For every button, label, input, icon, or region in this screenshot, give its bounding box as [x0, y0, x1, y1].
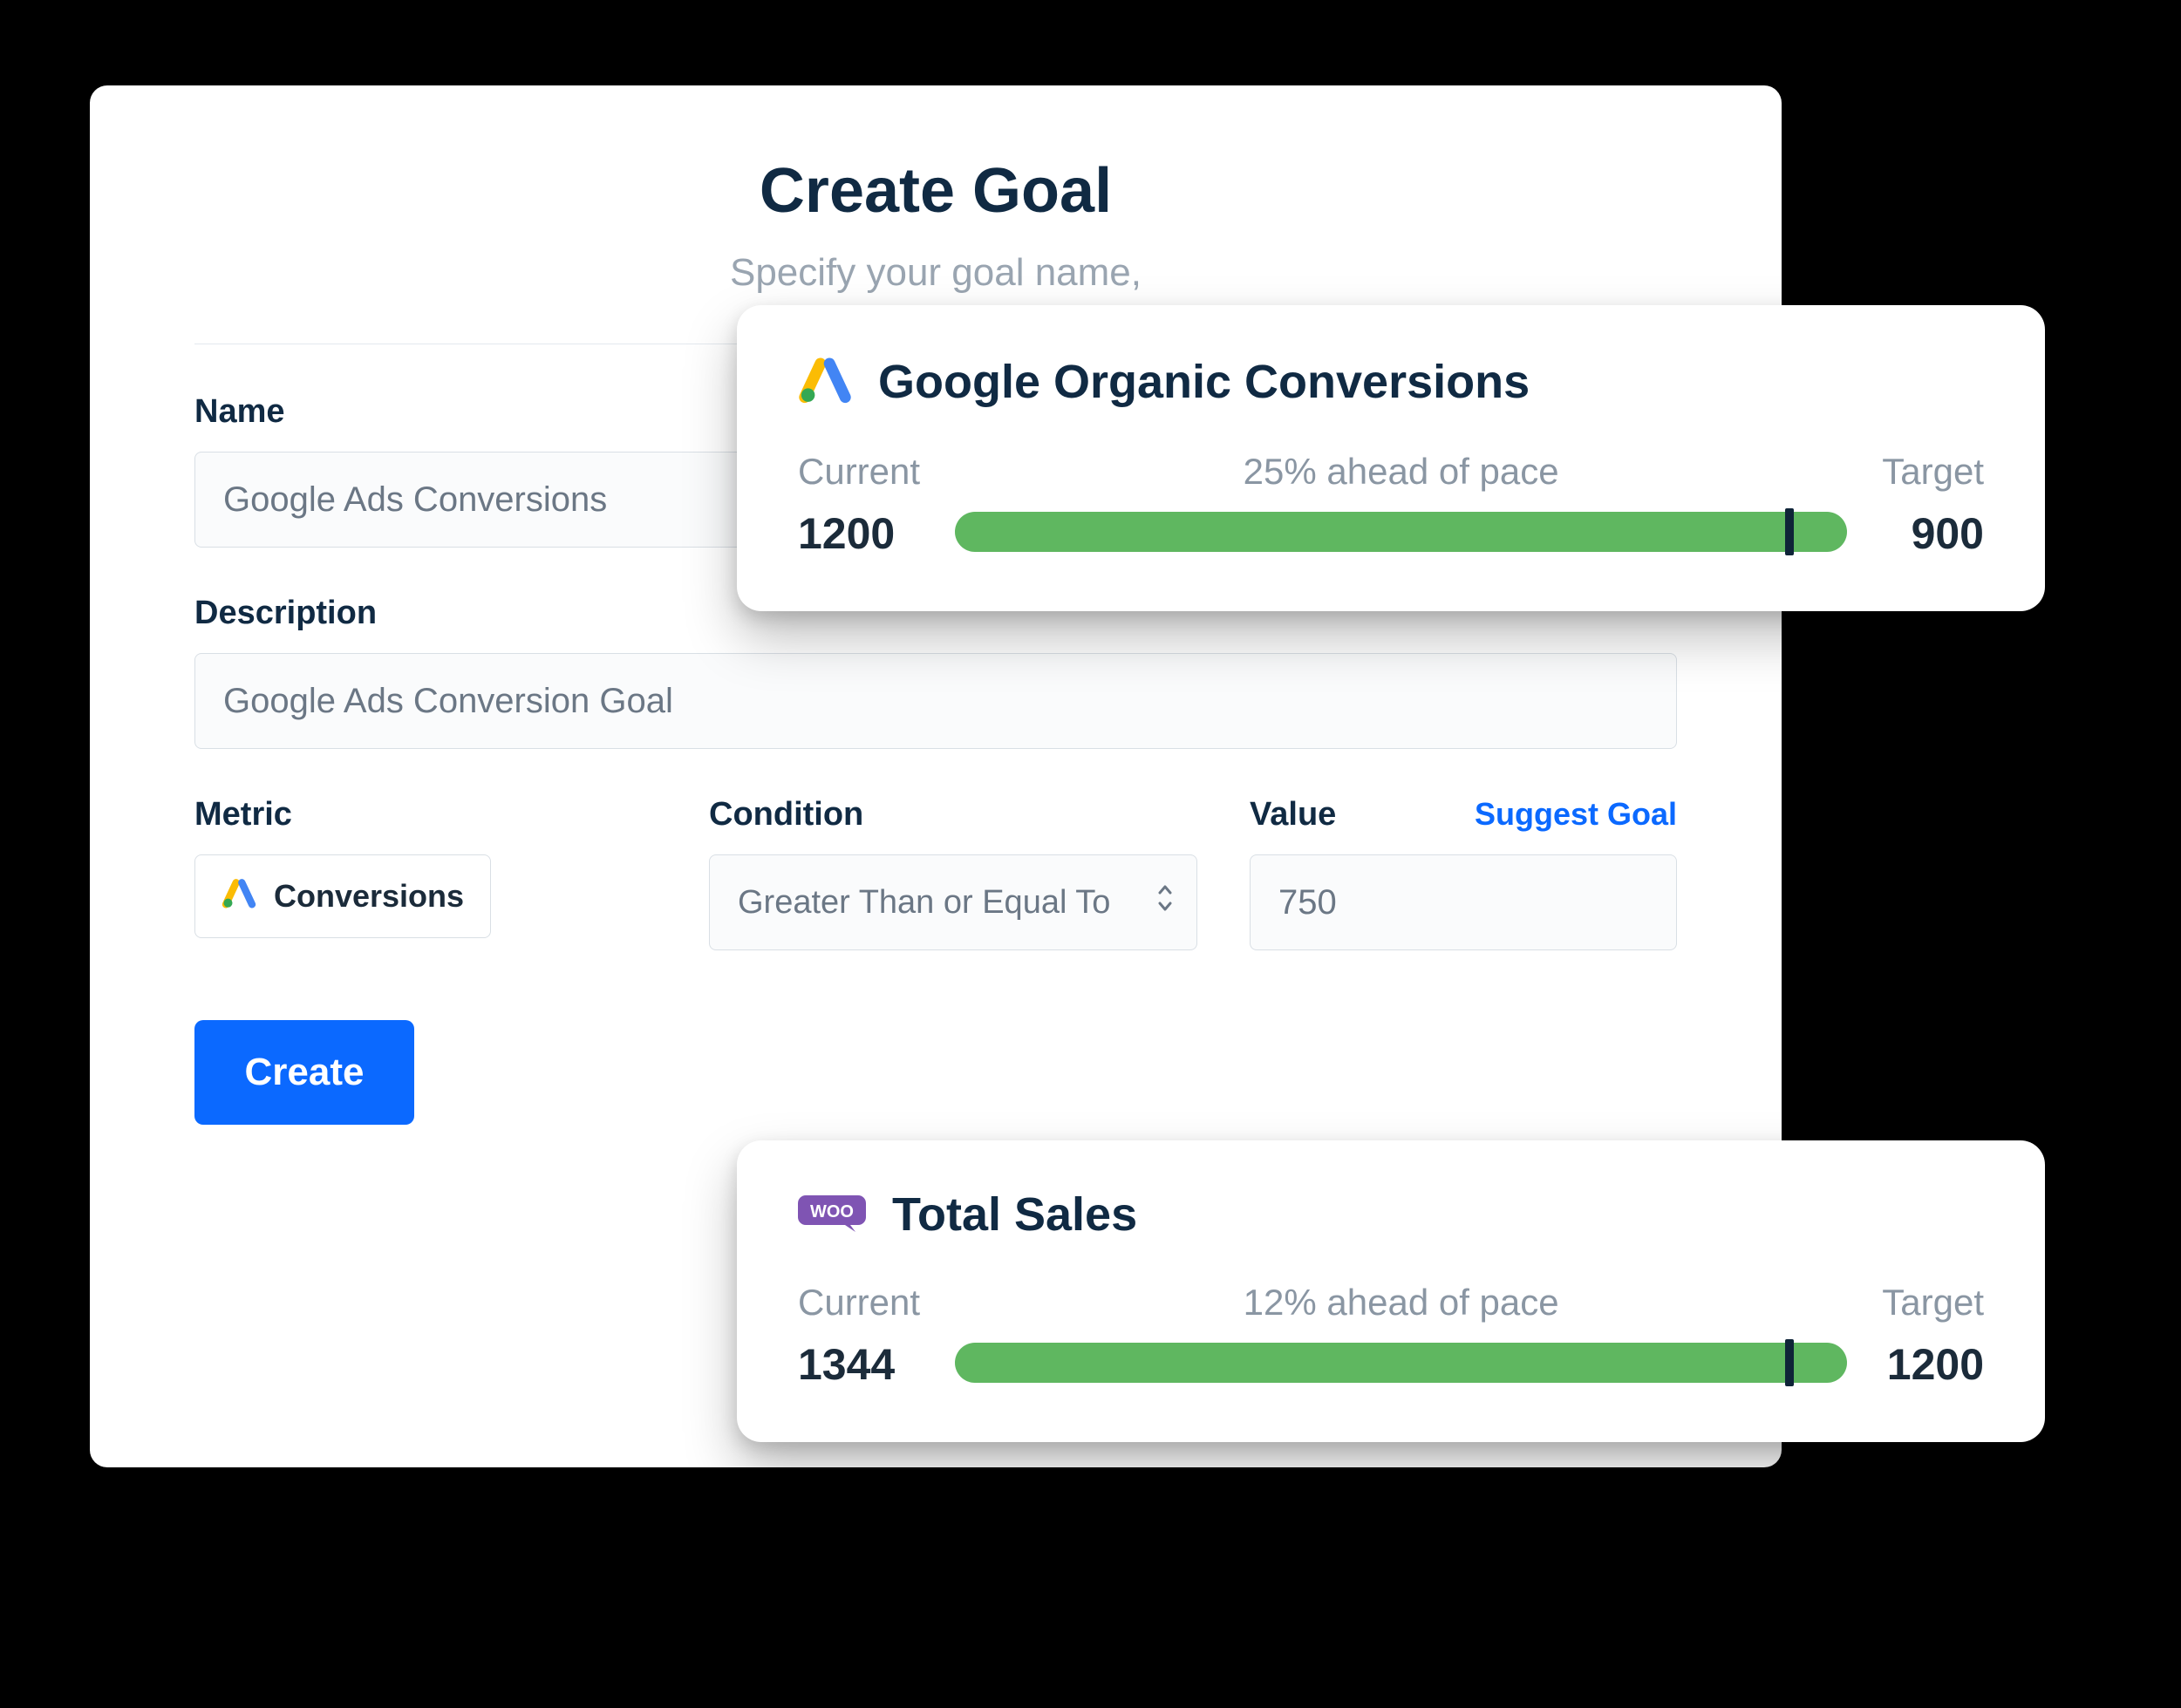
target-label: Target	[1882, 1282, 1984, 1324]
description-block: Description	[194, 595, 1677, 749]
chevron-updown-icon	[1155, 882, 1176, 922]
condition-value: Greater Than or Equal To	[738, 884, 1110, 922]
suggest-goal-link[interactable]: Suggest Goal	[1475, 796, 1677, 833]
description-input[interactable]	[194, 653, 1677, 749]
progress-bar	[955, 1343, 1847, 1383]
page-title: Create Goal	[194, 155, 1677, 227]
google-ads-icon	[222, 875, 256, 918]
condition-select[interactable]: Greater Than or Equal To	[709, 854, 1197, 950]
metric-chip[interactable]: Conversions	[194, 854, 491, 938]
current-stat: Current 1344	[798, 1282, 920, 1390]
value-label: Value	[1250, 796, 1336, 834]
current-value: 1200	[798, 508, 920, 559]
current-label: Current	[798, 451, 920, 493]
current-label: Current	[798, 1282, 920, 1324]
target-value: 1200	[1882, 1339, 1984, 1390]
current-value: 1344	[798, 1339, 920, 1390]
metric-label: Metric	[194, 796, 657, 834]
google-ads-icon	[798, 352, 852, 411]
metric-block: Metric Conversions	[194, 796, 657, 950]
condition-block: Condition Greater Than or Equal To	[709, 796, 1197, 950]
create-button[interactable]: Create	[194, 1020, 414, 1125]
pace-label: 25% ahead of pace	[1244, 451, 1559, 493]
pace-label: 12% ahead of pace	[1244, 1282, 1559, 1324]
metric-value: Conversions	[274, 878, 464, 915]
goal-card-organic-conversions: Google Organic Conversions Current 1200 …	[737, 305, 2045, 611]
current-stat: Current 1200	[798, 451, 920, 559]
svg-text:WOO: WOO	[810, 1202, 854, 1221]
value-block: Value Suggest Goal	[1250, 796, 1677, 950]
progress-bar	[955, 512, 1847, 552]
progress-marker	[1785, 508, 1794, 555]
value-input[interactable]	[1250, 854, 1677, 950]
target-value: 900	[1882, 508, 1984, 559]
target-stat: Target 900	[1882, 451, 1984, 559]
goal-card-total-sales: WOO Total Sales Current 1344 12% ahead o…	[737, 1140, 2045, 1442]
progress-marker	[1785, 1339, 1794, 1386]
page-subtitle: Specify your goal name,	[194, 251, 1677, 295]
goal-title: Google Organic Conversions	[878, 355, 1530, 409]
condition-label: Condition	[709, 796, 1197, 834]
target-stat: Target 1200	[1882, 1282, 1984, 1390]
goal-title: Total Sales	[892, 1187, 1137, 1242]
woocommerce-icon: WOO	[798, 1192, 866, 1238]
target-label: Target	[1882, 451, 1984, 493]
